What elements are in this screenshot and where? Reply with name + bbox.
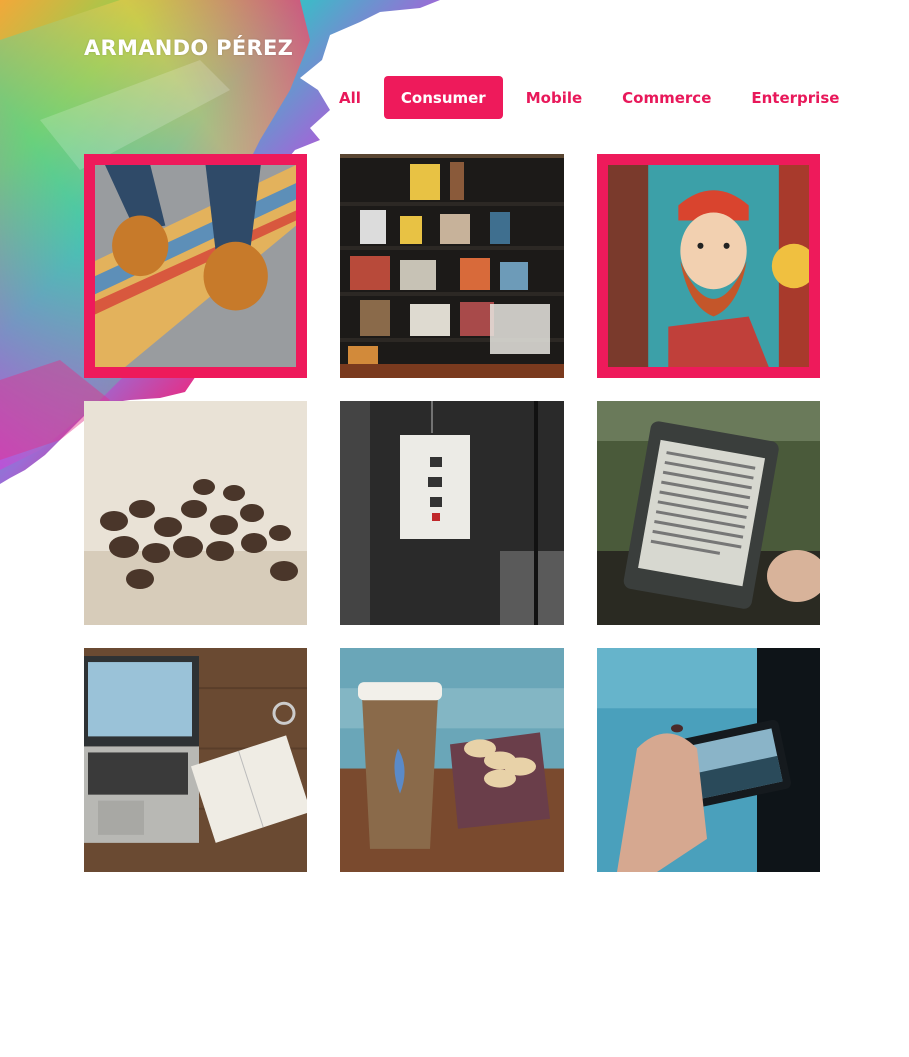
coffee-cup-macarons-photo — [340, 648, 564, 872]
portfolio-item-laptop[interactable] — [84, 648, 307, 872]
filter-all-button[interactable]: All — [322, 76, 378, 119]
site-title: ARMANDO PÉREZ — [84, 36, 294, 60]
filter-mobile-button[interactable]: Mobile — [509, 76, 599, 119]
portfolio-item-skateboard[interactable] — [84, 154, 307, 378]
portfolio-item-bookshelf[interactable] — [340, 154, 564, 378]
filter-enterprise-button[interactable]: Enterprise — [734, 76, 856, 119]
portfolio-item-phone-camera[interactable] — [597, 648, 820, 872]
filter-commerce-button[interactable]: Commerce — [605, 76, 728, 119]
paper-lantern-photo — [340, 401, 564, 625]
coffee-beans-photo — [84, 401, 307, 625]
filter-consumer-button[interactable]: Consumer — [383, 76, 503, 119]
portfolio-item-lantern[interactable] — [340, 401, 564, 625]
filter-nav: All Consumer Mobile Commerce Enterprise — [322, 76, 862, 119]
portfolio-item-coffee-cup[interactable] — [340, 648, 564, 872]
ereader-photo — [597, 401, 820, 625]
laptop-notebook-photo — [84, 648, 307, 872]
portfolio-item-coffee-beans[interactable] — [84, 401, 307, 625]
portfolio-item-ereader[interactable] — [597, 401, 820, 625]
phone-camera-photo — [597, 648, 820, 872]
portfolio-item-mural[interactable] — [597, 154, 820, 378]
portfolio-grid — [84, 154, 820, 872]
skateboard-shoes-photo — [95, 165, 296, 367]
bookshelf-photo — [340, 154, 564, 378]
bearded-man-mural-photo — [608, 165, 809, 367]
